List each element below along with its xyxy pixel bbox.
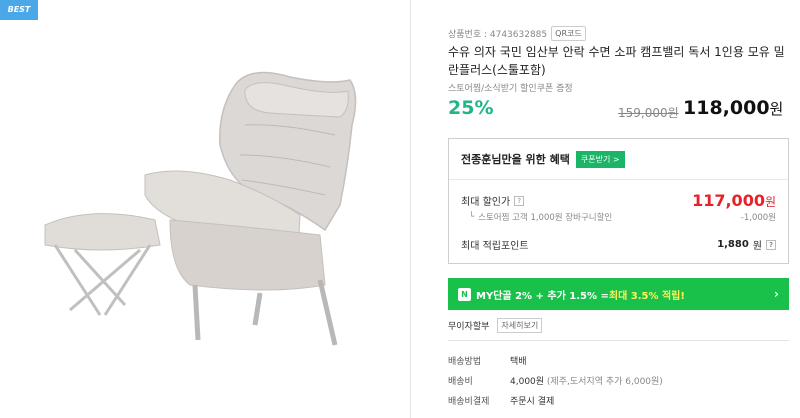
- product-image-chair[interactable]: [30, 55, 380, 365]
- product-image-panel: BEST: [0, 0, 410, 418]
- shipping-divider: [448, 340, 789, 341]
- sub-item-icon: └: [469, 212, 475, 222]
- shipping-method-label: 배송방법: [448, 357, 482, 367]
- shipping-fee-value-wrap: 4,000원 (제주,도서지역 추가 6,000원): [510, 374, 663, 387]
- store-discount-value: -1,000원: [740, 213, 776, 223]
- help-icon[interactable]: ?: [514, 195, 525, 206]
- store-discount-label: 스토어찜 고객 1,000원 장바구니할인: [478, 213, 613, 223]
- sale-price-value: 118,000: [683, 97, 770, 119]
- store-discount-row: └ 스토어찜 고객 1,000원 장바구니할인 -1,000원: [461, 211, 776, 223]
- max-discount-label-wrap: 최대 할인가 ?: [461, 193, 525, 208]
- shipping-method-row: 배송방법 택배: [448, 354, 527, 367]
- max-discount-label: 최대 할인가: [461, 197, 511, 208]
- my-regular-text: MY단골 2% + 추가 1.5% =: [476, 290, 609, 302]
- installment-row: 무이자할부 자세히보기: [448, 318, 543, 333]
- max-discount-price-value: 117,000: [692, 191, 765, 210]
- points-value-wrap: 1,880 원 ?: [717, 237, 776, 252]
- shipping-fee-label: 배송비: [448, 377, 473, 387]
- product-id-row: 상품번호 : 4743632885 QR코드: [448, 26, 586, 41]
- my-regular-highlight: 최대 3.5% 적립!: [608, 290, 685, 302]
- shipping-fee-value: 4,000원: [510, 377, 545, 387]
- installment-detail-button[interactable]: 자세히보기: [497, 318, 543, 333]
- installment-label: 무이자할부: [448, 322, 490, 332]
- original-price: 159,000원: [618, 106, 679, 120]
- chevron-right-icon: ›: [774, 287, 779, 301]
- shipping-payment-value: 주문시 결제: [510, 397, 555, 407]
- shipping-payment-label: 배송비결제: [448, 397, 490, 407]
- points-unit: 원: [752, 241, 762, 252]
- product-info-panel: 상품번호 : 4743632885 QR코드 수유 의자 국민 임산부 안락 수…: [411, 0, 800, 418]
- max-discount-price: 117,000원: [692, 191, 776, 210]
- benefit-box: 전종훈님만을 위한 혜택 쿠폰받기 > 최대 할인가 ? 117,000원 └ …: [448, 138, 789, 264]
- product-id: 상품번호 : 4743632885: [448, 30, 548, 40]
- shipping-fee-note: (제주,도서지역 추가 6,000원): [546, 377, 663, 387]
- sale-price: 118,000원: [683, 97, 783, 119]
- points-row: 최대 적립포인트 1,880 원 ?: [461, 237, 776, 252]
- max-discount-price-unit: 원: [764, 195, 776, 209]
- max-discount-row: 최대 할인가 ? 117,000원: [461, 191, 776, 210]
- shipping-method-value: 택배: [510, 357, 527, 367]
- points-help-icon[interactable]: ?: [766, 239, 776, 250]
- points-label: 최대 적립포인트: [461, 241, 529, 252]
- qr-code-button[interactable]: QR코드: [551, 26, 586, 41]
- points-value: 1,880: [717, 239, 749, 250]
- sale-price-unit: 원: [769, 100, 784, 118]
- shipping-fee-row: 배송비 4,000원 (제주,도서지역 추가 6,000원): [448, 374, 663, 387]
- product-title: 수유 의자 국민 임산부 안락 수면 소파 캠프밸리 독서 1인용 모유 밀란플…: [448, 45, 785, 77]
- my-regular-banner[interactable]: N MY단골 2% + 추가 1.5% = 최대 3.5% 적립! ›: [448, 278, 789, 310]
- best-badge: BEST: [0, 0, 38, 20]
- shipping-payment-row: 배송비결제 주문시 결제: [448, 394, 554, 407]
- store-discount-label-wrap: └ 스토어찜 고객 1,000원 장바구니할인: [461, 211, 612, 223]
- discount-rate: 25%: [448, 97, 494, 119]
- benefit-title: 전종훈님만을 위한 혜택: [461, 153, 570, 166]
- coupon-notice[interactable]: 스토어찜/소식받기 할인쿠폰 증정: [448, 81, 573, 94]
- get-coupon-button[interactable]: 쿠폰받기 >: [575, 150, 625, 168]
- naver-n-icon: N: [458, 287, 471, 301]
- benefit-header: 전종훈님만을 위한 혜택 쿠폰받기 >: [449, 139, 788, 180]
